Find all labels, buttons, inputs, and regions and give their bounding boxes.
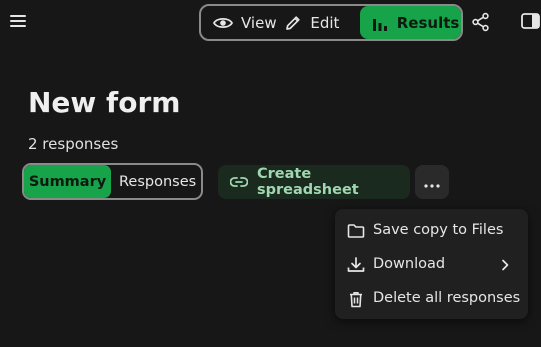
view-mode-edit-button[interactable]: Edit xyxy=(284,6,359,39)
download-icon xyxy=(347,257,365,273)
pencil-icon xyxy=(284,14,302,32)
view-mode-edit-label: Edit xyxy=(310,13,340,32)
more-options-button[interactable] xyxy=(415,165,449,199)
side-panel-icon[interactable] xyxy=(521,13,541,33)
link-icon xyxy=(218,176,257,188)
menu-item-download-label: Download xyxy=(373,256,446,272)
tab-responses[interactable]: Responses xyxy=(111,165,196,198)
create-spreadsheet-label: Create spreadsheet xyxy=(257,166,359,198)
view-mode-results-button[interactable]: Results xyxy=(359,6,461,39)
folder-icon xyxy=(347,223,365,239)
share-icon[interactable] xyxy=(471,12,491,36)
chevron-right-icon xyxy=(501,259,509,271)
view-mode-view-button[interactable]: View xyxy=(201,6,284,39)
view-mode-switcher: View Edit Results xyxy=(199,4,463,41)
view-mode-view-label: View xyxy=(241,13,277,32)
more-options-menu: Save copy to Files Download Delete all r… xyxy=(335,209,528,319)
more-horizontal-icon xyxy=(424,173,440,192)
menu-item-save-copy-label: Save copy to Files xyxy=(373,222,504,238)
response-count: 2 responses xyxy=(28,135,119,153)
bar-chart-icon xyxy=(372,15,388,31)
menu-item-download[interactable]: Download xyxy=(335,250,528,280)
form-title: New form xyxy=(28,86,181,119)
menu-item-delete-all-label: Delete all responses xyxy=(373,290,521,306)
create-spreadsheet-button[interactable]: Create spreadsheet xyxy=(218,165,410,199)
trash-icon xyxy=(347,291,365,308)
results-tabs: Summary Responses xyxy=(22,163,203,200)
results-page: View Edit Results New form 2 responses S… xyxy=(0,0,541,347)
view-mode-results-label: Results xyxy=(396,13,460,32)
tab-summary[interactable]: Summary xyxy=(24,165,111,198)
hamburger-menu-icon[interactable] xyxy=(9,13,27,29)
eye-icon xyxy=(213,16,233,30)
menu-item-delete-all[interactable]: Delete all responses xyxy=(335,284,528,314)
menu-item-save-copy[interactable]: Save copy to Files xyxy=(335,216,528,246)
